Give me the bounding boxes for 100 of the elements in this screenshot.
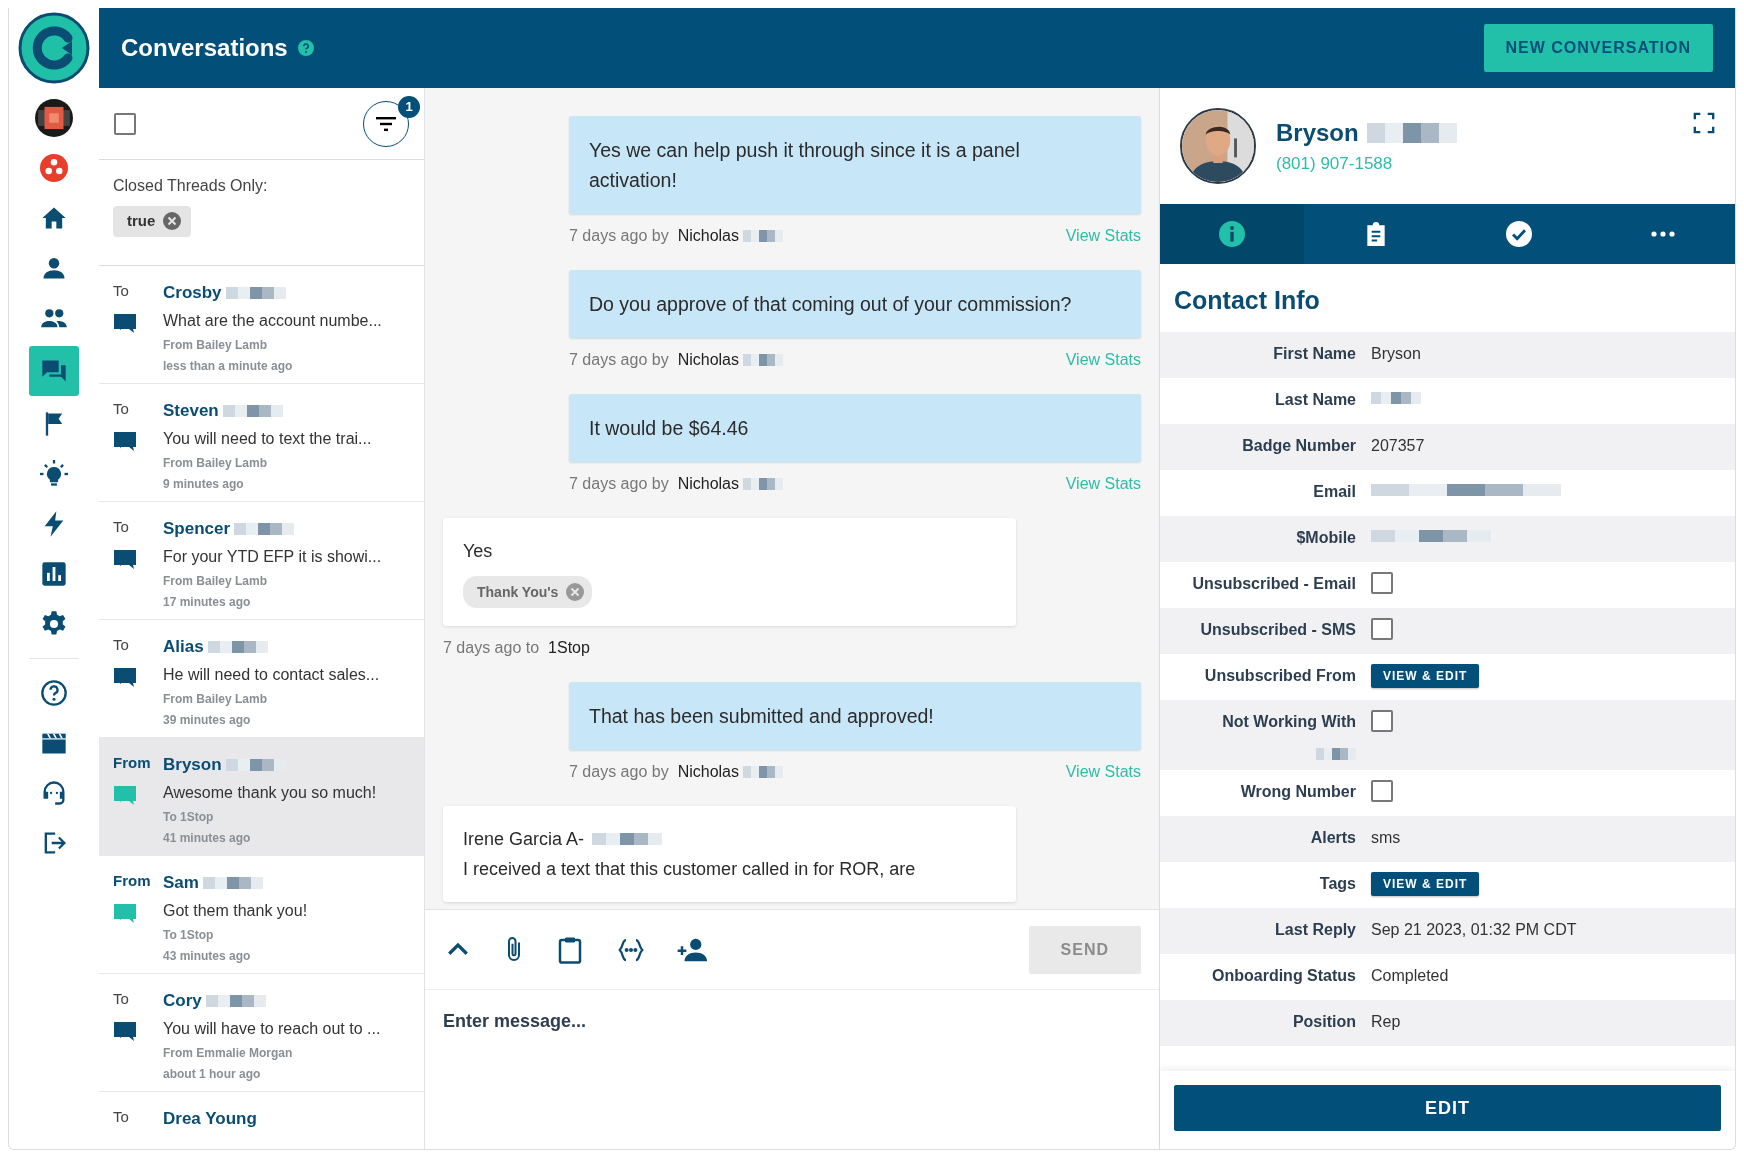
logo-icon[interactable] <box>18 12 90 84</box>
more-icon <box>1651 231 1676 237</box>
tag-label: Thank You's <box>477 583 559 602</box>
sender-line: From Emmalie Morgan <box>163 1044 294 1062</box>
direction-label: To <box>113 1107 130 1127</box>
sender-line: To 1Stop <box>163 926 215 944</box>
thread-item[interactable]: From Sam Got them thank you! To 1Stop 43 minutes ago <box>99 856 424 974</box>
message-preview: Awesome thank you so much! <box>163 782 378 803</box>
contact-name: Steven <box>163 400 219 422</box>
sender-line: From Bailey Lamb <box>163 454 269 472</box>
expand-icon[interactable] <box>1693 111 1715 134</box>
message-preview: You will have to reach out to ... <box>163 1018 382 1039</box>
message-text: I received a text that this customer called in for ROR, are <box>463 858 917 881</box>
contact-name: Bryson <box>163 754 222 776</box>
checkbox[interactable] <box>1371 617 1393 640</box>
field-value: sms <box>1371 827 1401 848</box>
select-all-checkbox[interactable] <box>114 112 136 135</box>
message-preview: What are the account numbe... <box>163 310 383 331</box>
contact-name: Alias <box>163 636 204 658</box>
settings-icon <box>40 610 68 638</box>
section-heading: Contact Info <box>1173 285 1321 316</box>
contact-name: Crosby <box>163 282 222 304</box>
field-label: Onboarding Status <box>1212 965 1356 986</box>
thread-item[interactable]: To Drea Young <box>99 1092 424 1149</box>
contact-name: Drea Young <box>163 1108 257 1130</box>
message-time: 7 days ago by <box>569 350 669 370</box>
message-author: 1Stop <box>548 638 590 658</box>
count-badge: 1 <box>398 96 420 118</box>
direction-label: To <box>113 399 130 419</box>
timestamp: less than a minute ago <box>163 357 294 375</box>
message-preview: For your YTD EFP it is showi... <box>163 546 383 567</box>
message-author: Nicholas <box>677 762 739 782</box>
filter-chip[interactable]: true <box>113 206 192 237</box>
field-label: First Name <box>1273 343 1356 364</box>
direction-label: To <box>113 989 130 1009</box>
direction-label: From <box>113 753 152 773</box>
sender-line: From Bailey Lamb <box>163 572 269 590</box>
field-value: 207357 <box>1371 435 1425 456</box>
field-label: Unsubscribed From <box>1204 665 1356 686</box>
direction-label: To <box>113 281 130 301</box>
message-bubble: Yes we can help push it through since it is a panel activation! <box>569 116 1141 214</box>
message-bubble: It would be $64.46 <box>569 394 1141 462</box>
info-icon <box>1218 221 1245 247</box>
thread-item[interactable]: To Spencer For your YTD EFP it is showi... From Bailey Lamb 17 minutes ago <box>99 502 424 620</box>
field-label: Tags <box>1319 873 1356 894</box>
timestamp: 17 minutes ago <box>163 593 252 611</box>
timestamp: about 1 hour ago <box>163 1065 262 1083</box>
message-preview: You will need to text the trai... <box>163 428 373 449</box>
checkbox[interactable] <box>1371 709 1393 732</box>
field-label: Unsubscribed - SMS <box>1200 619 1356 640</box>
view-edit-button[interactable]: VIEW & EDIT <box>1371 663 1480 688</box>
direction-label: From <box>113 871 152 891</box>
thread-item[interactable]: From Bryson Awesome thank you so much! To 1Stop 41 minutes ago <box>99 738 424 856</box>
field-label: Unsubscribed - Email <box>1192 573 1356 594</box>
contact-name: Sam <box>163 872 199 894</box>
checkbox[interactable] <box>1371 571 1393 594</box>
filter-label: Closed Threads Only: <box>113 176 269 196</box>
edit-button[interactable]: EDIT <box>1174 1085 1721 1131</box>
thread-item[interactable]: To Steven You will need to text the trai... From Bailey Lamb 9 minutes ago <box>99 384 424 502</box>
timestamp: 9 minutes ago <box>163 475 245 493</box>
phone-number: (801) 907-1588 <box>1276 153 1394 176</box>
field-label: Email <box>1313 481 1356 502</box>
message-time: 7 days ago by <box>569 762 669 782</box>
checkbox[interactable] <box>1371 779 1393 802</box>
page-title: Conversations <box>121 33 288 63</box>
contact-name: Spencer <box>163 518 231 540</box>
message-tag[interactable]: Thank You's <box>463 576 593 608</box>
field-label: Not Working With <box>1222 711 1356 732</box>
message-preview: He will need to contact sales... <box>163 664 381 685</box>
help-icon <box>40 679 68 707</box>
sender-line: To 1Stop <box>163 808 215 826</box>
message-bubble: That has been submitted and approved! <box>569 682 1141 750</box>
message-author: Nicholas <box>677 226 739 246</box>
thread-item[interactable]: To Cory You will have to reach out to ... From Emmalie Morgan about 1 hour ago <box>99 974 424 1092</box>
timestamp: 43 minutes ago <box>163 947 252 965</box>
field-value: Rep <box>1371 1011 1401 1032</box>
help-icon[interactable] <box>297 40 314 56</box>
timestamp: 39 minutes ago <box>163 711 252 729</box>
field-label: $Mobile <box>1296 527 1356 548</box>
timestamp: 41 minutes ago <box>163 829 252 847</box>
chip-label: true <box>127 211 156 231</box>
close-icon[interactable] <box>163 212 182 231</box>
message-input[interactable]: Enter message... <box>425 990 1159 1149</box>
sender-line: From Bailey Lamb <box>163 690 269 708</box>
message-author: Nicholas <box>677 350 739 370</box>
contact-name: Bryson <box>1276 118 1359 149</box>
direction-label: To <box>113 635 130 655</box>
field-label: Badge Number <box>1242 435 1356 456</box>
field-label: Last Name <box>1275 389 1356 410</box>
message-time: 7 days ago to <box>443 638 540 658</box>
message-text: Yes <box>463 540 494 563</box>
view-edit-button[interactable]: VIEW & EDIT <box>1371 871 1480 896</box>
new-conversation-button[interactable]: NEW CONVERSATION <box>1483 24 1713 72</box>
lightbulb-icon <box>40 460 68 488</box>
field-label: Last Reply <box>1275 919 1356 940</box>
thread-item[interactable]: To Crosby What are the account numbe... From Bailey Lamb less than a minute ago <box>99 266 424 384</box>
avatar <box>35 98 73 138</box>
contact-name: Cory <box>163 990 202 1012</box>
panel-tab[interactable] <box>1160 204 1304 264</box>
field-label: Alerts <box>1310 827 1356 848</box>
